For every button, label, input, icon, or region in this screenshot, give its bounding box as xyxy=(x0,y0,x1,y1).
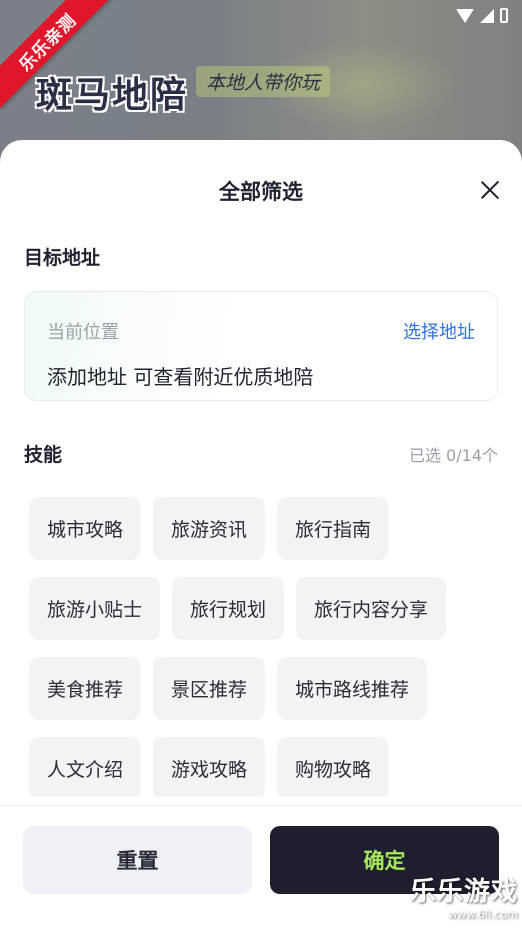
app-slogan: 本地人带你玩 xyxy=(196,66,331,97)
skills-chip-grid: 城市攻略 旅游资讯 旅行指南 旅游小贴士 旅行规划 旅行内容分享 美食推荐 景区… xyxy=(29,497,499,797)
wifi-icon xyxy=(456,8,474,23)
skill-chip[interactable]: 旅行规划 xyxy=(172,577,285,640)
skill-chip[interactable]: 景区推荐 xyxy=(153,657,266,720)
skill-chip[interactable]: 人文介绍 xyxy=(29,737,142,797)
app-logo: 斑马地陪 xyxy=(36,75,189,116)
skill-chip[interactable]: 美食推荐 xyxy=(29,657,142,720)
chip-row: 人文介绍 游戏攻略 购物攻略 xyxy=(29,737,499,797)
address-card: 当前位置 选择地址 添加地址 可查看附近优质地陪 xyxy=(24,291,498,401)
chip-row: 旅游小贴士 旅行规划 旅行内容分享 xyxy=(29,577,499,640)
chip-row: 美食推荐 景区推荐 城市路线推荐 xyxy=(29,657,499,720)
skills-section-title: 技能 xyxy=(24,444,63,466)
skill-chip[interactable]: 购物攻略 xyxy=(277,737,390,797)
skills-selected-count: 已选 0/14个 xyxy=(408,446,498,465)
select-address-link[interactable]: 选择地址 xyxy=(403,318,475,344)
skill-chip[interactable]: 城市攻略 xyxy=(29,497,142,560)
watermark: 乐乐游戏 www.6ll.com xyxy=(410,871,518,921)
address-hint: 添加地址 可查看附近优质地陪 xyxy=(47,365,314,389)
skill-chip[interactable]: 城市路线推荐 xyxy=(277,657,428,720)
watermark-text: 乐乐游戏 xyxy=(409,877,518,907)
current-location-label: 当前位置 xyxy=(47,322,119,343)
filter-sheet: 全部筛选 目标地址 当前位置 选择地址 添加地址 可查看附近优质地陪 技能 已选… xyxy=(0,140,522,929)
close-icon[interactable] xyxy=(476,176,504,204)
skill-chip[interactable]: 旅行内容分享 xyxy=(296,577,447,640)
signal-icon xyxy=(480,8,494,23)
skill-chip[interactable]: 游戏攻略 xyxy=(153,737,266,797)
skill-chip[interactable]: 旅游小贴士 xyxy=(29,577,161,640)
status-bar xyxy=(456,8,508,23)
address-section-title: 目标地址 xyxy=(24,247,101,269)
sheet-title: 全部筛选 xyxy=(219,180,303,204)
watermark-url: www.6ll.com xyxy=(448,908,518,921)
battery-icon xyxy=(500,8,508,23)
reset-button[interactable]: 重置 xyxy=(23,826,252,894)
skill-chip[interactable]: 旅行指南 xyxy=(277,497,390,560)
skill-chip[interactable]: 旅游资讯 xyxy=(153,497,266,560)
chip-row: 城市攻略 旅游资讯 旅行指南 xyxy=(29,497,499,560)
